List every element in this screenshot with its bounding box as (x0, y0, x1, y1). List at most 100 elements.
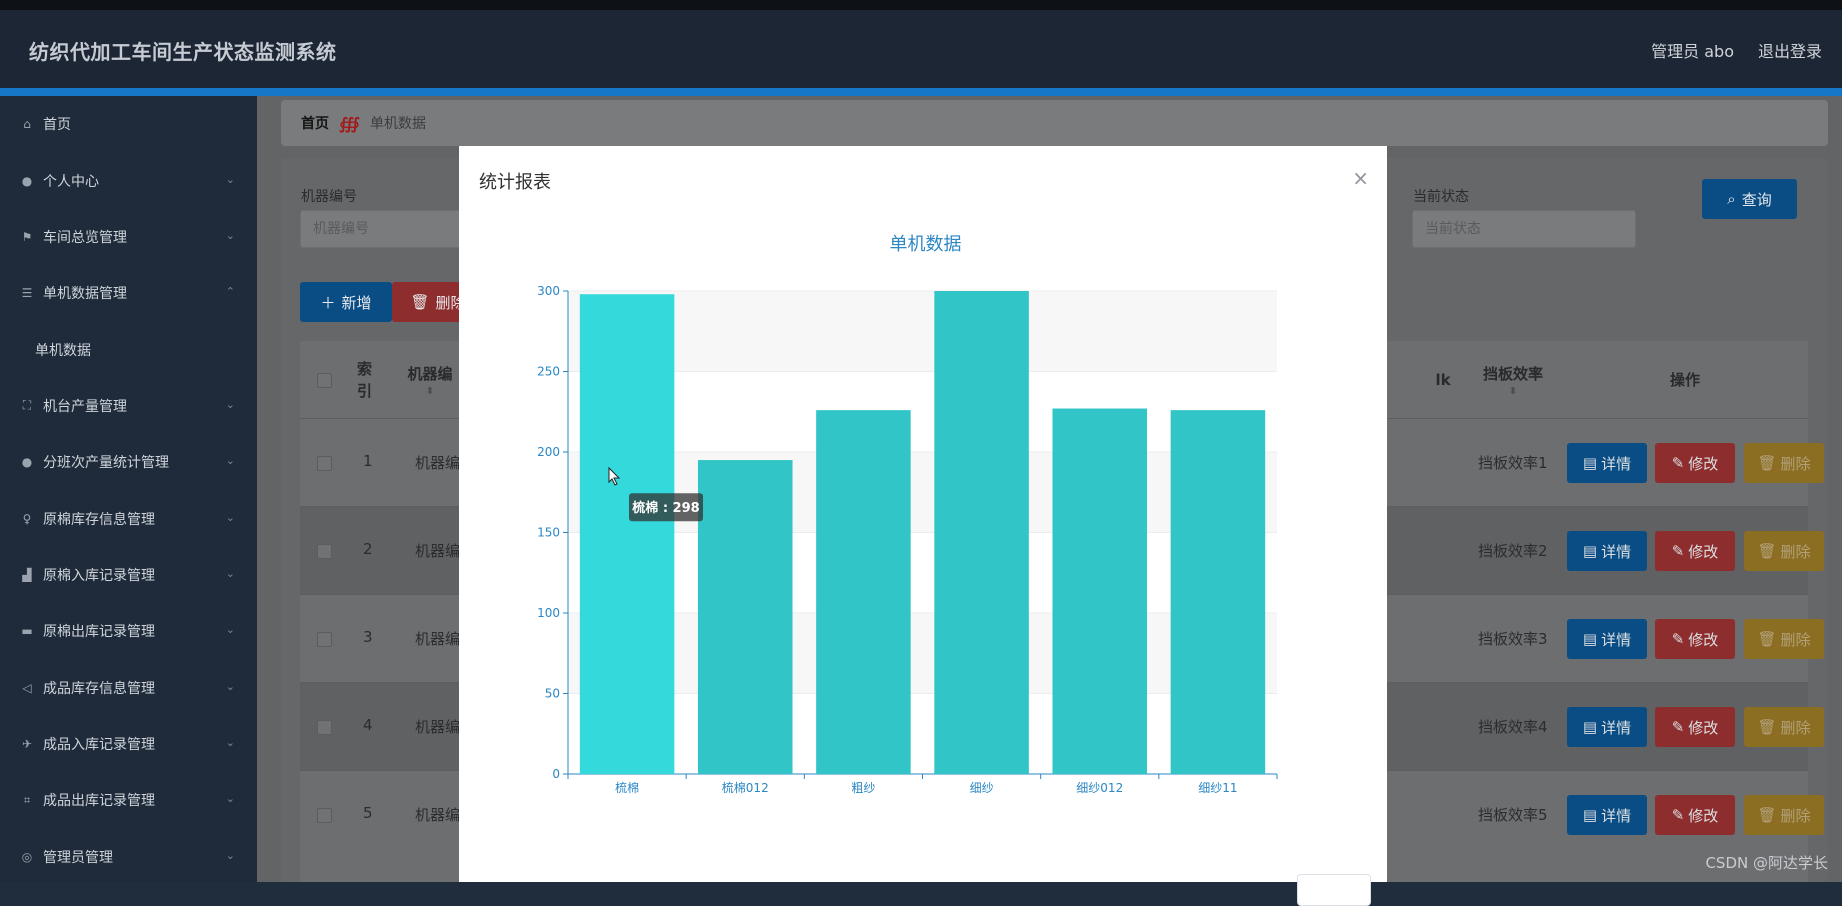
compass-icon: ◎ (21, 849, 33, 864)
machine-label: 机器编号 (301, 189, 357, 205)
chevron-down-icon: ⌄ (225, 397, 235, 411)
bar-4 (934, 291, 1029, 774)
state-input[interactable]: 当前状态 (1412, 210, 1636, 248)
pencil-icon: ✎ (1671, 806, 1685, 824)
sidebar-item-7[interactable]: ♀ 原棉库存信息管理 ⌄ (0, 490, 257, 546)
user-icon: ● (21, 173, 33, 188)
delete-button[interactable]: 🗑 删除 (1744, 443, 1824, 483)
trash-icon: 🗑 (1757, 454, 1777, 472)
chart-title: 单机数据 (890, 234, 962, 255)
sort-icon: ⬍ (1508, 385, 1518, 397)
sidebar-item-2[interactable]: ● 个人中心 ⌄ (0, 152, 257, 208)
detail-button[interactable]: ▤ 详情 (1567, 443, 1647, 483)
row-checkbox[interactable] (317, 808, 332, 823)
sidebar-item-3[interactable]: ⚑ 车间总览管理 ⌄ (0, 209, 257, 265)
sidebar-item-label: 车间总览管理 (43, 229, 127, 246)
pencil-icon: ✎ (1671, 718, 1685, 736)
row-efficiency: 挡板效率3 (1478, 630, 1548, 648)
modal-footer-button[interactable] (1297, 874, 1371, 906)
sidebar-item-8[interactable]: ▟ 原棉入库记录管理 ⌄ (0, 547, 257, 603)
sidebar-item-4[interactable]: ☰ 单机数据管理 ⌃ (0, 265, 257, 321)
search-icon: ⌕ (1727, 190, 1736, 208)
app-header: 纺织代加工车间生产状态监测系统 管理员 abo 退出登录 (0, 10, 1842, 88)
document-icon: ▤ (1582, 718, 1598, 736)
flag-icon: ⚑ (21, 229, 33, 244)
sidebar-item-10[interactable]: ◁ 成品库存信息管理 ⌄ (0, 660, 257, 716)
document-icon: ▤ (1582, 806, 1598, 824)
watermark: CSDN @阿达学长 (1705, 854, 1828, 872)
detail-button[interactable]: ▤ 详情 (1567, 531, 1647, 571)
row-efficiency: 挡板效率4 (1478, 718, 1548, 736)
edit-button[interactable]: ✎ 修改 (1655, 619, 1735, 659)
detail-button[interactable]: ▤ 详情 (1567, 707, 1647, 747)
row-machine: 机器编 (415, 630, 461, 648)
x-tick-label: 粗纱 (851, 781, 875, 795)
sidebar-item-label: 个人中心 (43, 173, 99, 190)
chevron-down-icon: ⌄ (225, 679, 235, 693)
select-all-checkbox[interactable] (317, 373, 332, 388)
row-index: 1 (363, 452, 373, 470)
delete-button[interactable]: 🗑 删除 (1744, 619, 1824, 659)
sidebar-item-11[interactable]: ✈ 成品入库记录管理 ⌄ (0, 716, 257, 772)
add-button[interactable]: ＋新增 (300, 282, 392, 322)
document-icon: ▤ (1582, 454, 1598, 472)
x-tick-label: 细纱11 (1198, 781, 1237, 795)
sidebar-item-label: 管理员管理 (43, 849, 113, 866)
detail-button[interactable]: ▤ 详情 (1567, 619, 1647, 659)
edit-button[interactable]: ✎ 修改 (1655, 531, 1735, 571)
header-machine[interactable]: 机器编 ⬍ (395, 341, 465, 418)
chevron-down-icon: ⌄ (225, 849, 235, 863)
row-checkbox[interactable] (317, 720, 332, 735)
row-efficiency: 挡板效率1 (1478, 454, 1548, 472)
edit-button[interactable]: ✎ 修改 (1655, 443, 1735, 483)
edit-button[interactable]: ✎ 修改 (1655, 795, 1735, 835)
delete-button[interactable]: 🗑 删除 (1744, 531, 1824, 571)
sidebar-item-label: 成品库存信息管理 (43, 680, 155, 697)
chevron-down-icon: ⌄ (225, 510, 235, 524)
document-icon: ▤ (1582, 630, 1598, 648)
row-checkbox[interactable] (317, 544, 332, 559)
state-label: 当前状态 (1413, 189, 1469, 205)
header-accent-bar (0, 88, 1842, 96)
sidebar-item-label: 原棉入库记录管理 (43, 567, 155, 584)
sidebar-item-5[interactable]: ⛶ 机台产量管理 ⌄ (0, 378, 257, 434)
detail-button[interactable]: ▤ 详情 (1567, 795, 1647, 835)
pencil-icon: ✎ (1671, 542, 1685, 560)
row-checkbox[interactable] (317, 632, 332, 647)
stats-report-modal: 统计报表 × 单机数据 0 50 100 150 200 250 300 梳棉 梳棉012 粗纱 细纱… (459, 146, 1387, 906)
header-hidden-col: lk (1435, 370, 1451, 389)
home-icon: ⌂ (23, 117, 31, 132)
delete-button[interactable]: 🗑 删除 (1744, 795, 1824, 835)
logout-link[interactable]: 退出登录 (1758, 38, 1822, 62)
document-icon: ▤ (1582, 542, 1598, 560)
bar-6 (1170, 410, 1266, 774)
sidebar-item-12[interactable]: ⌗ 成品出库记录管理 ⌄ (0, 772, 257, 828)
chat-icon: ▬ (21, 624, 33, 639)
sidebar-item-label: 成品入库记录管理 (43, 737, 155, 754)
header-efficiency[interactable]: 挡板效率 ⬍ (1468, 341, 1558, 418)
header-index[interactable]: 索引 (345, 341, 389, 418)
chevron-up-icon: ⌃ (225, 285, 235, 299)
sidebar-subitem-single-machine[interactable]: 单机数据 (0, 322, 257, 378)
query-button[interactable]: ⌕ 查询 (1702, 179, 1797, 219)
chevron-down-icon: ⌄ (225, 454, 235, 468)
sidebar-item-1[interactable]: ⌂ 首页 (0, 96, 257, 152)
bar-2 (697, 460, 793, 774)
sidebar-item-13[interactable]: ◎ 管理员管理 ⌄ (0, 829, 257, 885)
sidebar-item-6[interactable]: ● 分班次产量统计管理 ⌄ (0, 434, 257, 490)
chevron-down-icon: ⌄ (225, 567, 235, 581)
crop-icon: ⌗ (23, 792, 31, 807)
app-title: 纺织代加工车间生产状态监测系统 (29, 40, 337, 64)
x-tick-label: 梳棉012 (722, 780, 769, 795)
breadcrumb-home[interactable]: 首页 (301, 113, 329, 133)
sidebar-item-label: 分班次产量统计管理 (43, 455, 169, 472)
edit-button[interactable]: ✎ 修改 (1655, 707, 1735, 747)
row-checkbox[interactable] (317, 456, 332, 471)
chevron-down-icon: ⌄ (225, 172, 235, 186)
shop-icon: ▟ (22, 567, 32, 582)
x-tick-label: 细纱 (970, 781, 994, 795)
sidebar-item-9[interactable]: ▬ 原棉出库记录管理 ⌄ (0, 603, 257, 659)
y-tick-label: 150 (537, 526, 560, 540)
delete-button[interactable]: 🗑 删除 (1744, 707, 1824, 747)
plane-icon: ✈ (21, 737, 33, 752)
